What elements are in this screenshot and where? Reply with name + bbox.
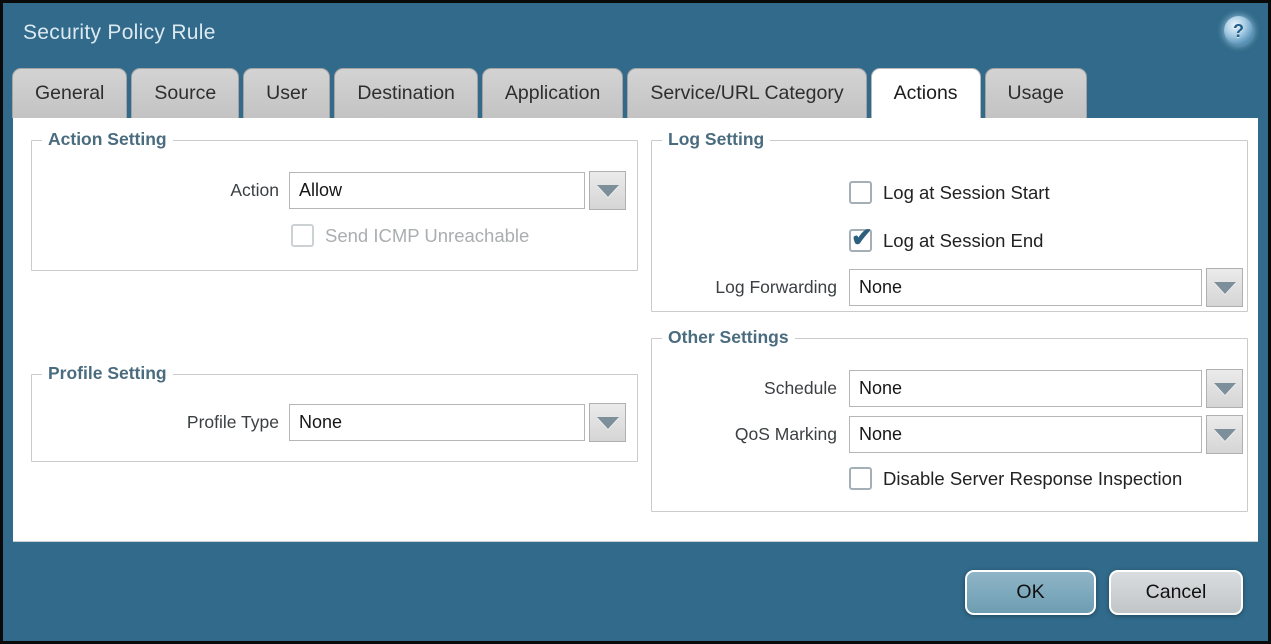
tab-general[interactable]: General (12, 68, 127, 118)
log-at-session-end-label: Log at Session End (883, 230, 1043, 252)
dsri-row: ✔ Disable Server Response Inspection (849, 467, 1182, 490)
tab-destination[interactable]: Destination (334, 68, 478, 118)
log-forwarding-value: None (859, 277, 902, 298)
profile-type-dropdown[interactable]: None (289, 404, 585, 441)
log-forwarding-label: Log Forwarding (652, 277, 837, 298)
help-icon[interactable]: ? (1224, 16, 1253, 45)
qos-marking-dropdown-button[interactable] (1206, 415, 1243, 454)
log-setting-group: Log Setting ✔ Log at Session Start ✔ Log… (651, 140, 1248, 312)
qos-marking-label: QoS Marking (652, 424, 837, 445)
action-dropdown-button[interactable] (589, 171, 626, 210)
check-icon: ✔ (851, 224, 873, 250)
send-icmp-unreachable-label: Send ICMP Unreachable (325, 225, 529, 247)
cancel-button[interactable]: Cancel (1109, 570, 1243, 615)
question-mark-icon: ? (1233, 22, 1244, 40)
tab-source[interactable]: Source (131, 68, 239, 118)
disable-server-response-inspection-checkbox[interactable]: ✔ (849, 467, 872, 490)
log-at-session-start-label: Log at Session Start (883, 182, 1050, 204)
tab-application[interactable]: Application (482, 68, 623, 118)
chevron-down-icon (1214, 282, 1236, 294)
tab-actions[interactable]: Actions (871, 68, 981, 118)
dialog-title: Security Policy Rule (23, 21, 216, 45)
other-settings-group: Other Settings Schedule None QoS Marking… (651, 338, 1248, 512)
tab-strip: General Source User Destination Applicat… (3, 63, 1268, 118)
action-label: Action (32, 180, 279, 201)
ok-button[interactable]: OK (965, 570, 1096, 615)
action-value: Allow (299, 180, 342, 201)
dialog-footer: OK Cancel (3, 542, 1268, 615)
chevron-down-icon (1214, 429, 1236, 441)
profile-type-dropdown-button[interactable] (589, 403, 626, 442)
disable-server-response-inspection-label: Disable Server Response Inspection (883, 468, 1182, 490)
send-icmp-unreachable-checkbox: ✔ (291, 224, 314, 247)
actions-tab-panel: Action Setting Action Allow ✔ Send ICMP … (13, 118, 1258, 542)
send-icmp-unreachable-row: ✔ Send ICMP Unreachable (291, 224, 529, 247)
tab-user[interactable]: User (243, 68, 330, 118)
log-session-end-row: ✔ Log at Session End (849, 229, 1043, 252)
chevron-down-icon (1214, 383, 1236, 395)
log-at-session-end-checkbox[interactable]: ✔ (849, 229, 872, 252)
tab-usage[interactable]: Usage (985, 68, 1087, 118)
profile-setting-legend: Profile Setting (42, 363, 173, 384)
log-forwarding-dropdown[interactable]: None (849, 269, 1202, 306)
tab-service-url-category[interactable]: Service/URL Category (627, 68, 866, 118)
action-dropdown[interactable]: Allow (289, 172, 585, 209)
log-forwarding-dropdown-button[interactable] (1206, 268, 1243, 307)
schedule-dropdown[interactable]: None (849, 370, 1202, 407)
other-settings-legend: Other Settings (662, 327, 795, 348)
log-setting-legend: Log Setting (662, 129, 770, 150)
log-session-start-row: ✔ Log at Session Start (849, 181, 1050, 204)
chevron-down-icon (597, 417, 619, 429)
profile-type-value: None (299, 412, 342, 433)
schedule-value: None (859, 378, 902, 399)
log-at-session-start-checkbox[interactable]: ✔ (849, 181, 872, 204)
qos-marking-value: None (859, 424, 902, 445)
action-setting-legend: Action Setting (42, 129, 173, 150)
schedule-dropdown-button[interactable] (1206, 369, 1243, 408)
titlebar: Security Policy Rule ? (3, 3, 1268, 63)
profile-type-label: Profile Type (32, 412, 279, 433)
action-setting-group: Action Setting Action Allow ✔ Send ICMP … (31, 140, 638, 271)
profile-setting-group: Profile Setting Profile Type None (31, 374, 638, 462)
security-policy-rule-dialog: Security Policy Rule ? General Source Us… (0, 0, 1271, 644)
schedule-label: Schedule (652, 378, 837, 399)
qos-marking-dropdown[interactable]: None (849, 416, 1202, 453)
chevron-down-icon (597, 185, 619, 197)
